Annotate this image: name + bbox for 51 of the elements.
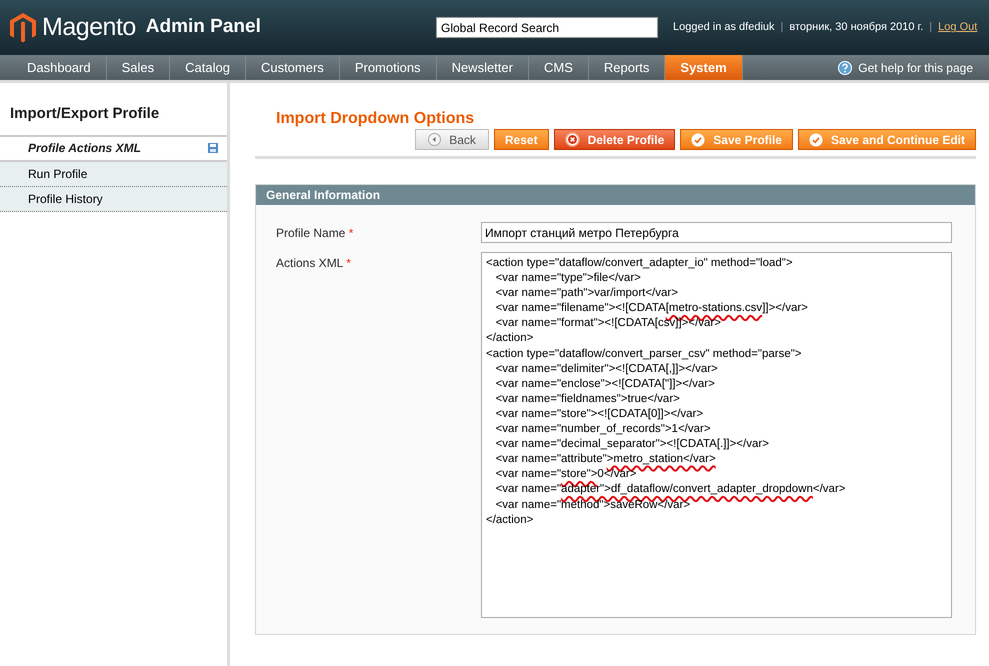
code-line: <var name="method">saveRow</var>	[494, 498, 692, 512]
logout-link[interactable]: Log Out	[938, 19, 978, 36]
page-title: Import Dropdown Options	[275, 109, 476, 129]
nav-tab[interactable]: CMS	[528, 55, 589, 80]
separator: |	[780, 20, 784, 36]
sidebar-item[interactable]: Run Profile	[0, 162, 227, 186]
xml-textarea[interactable]	[481, 252, 952, 618]
cancel-icon	[564, 132, 580, 147]
code-line: <var name="delimiter"><![CDATA[,]]></var>	[494, 362, 719, 377]
section-header: General Information	[256, 185, 975, 205]
code-line: <var name="store"><![CDATA[0]]></var>	[494, 406, 704, 422]
code-line: <var name="enclose"><![CDATA["]]></var>	[494, 376, 716, 392]
nav-tab[interactable]: Customers	[246, 55, 340, 80]
sidebar-item[interactable]: Profile History	[0, 186, 227, 212]
checkmark-icon	[691, 132, 706, 146]
code-line: </action>	[486, 512, 534, 528]
code-line: <var name="fieldnames">true</var>	[494, 392, 681, 407]
code-line: </action>	[486, 331, 534, 346]
field-label: Profile Name *	[276, 225, 354, 242]
code-line: <var name="attribute">metro_station</var>	[494, 452, 717, 468]
code-line: <var name="format"><![CDATA[csv]]></var>	[494, 316, 722, 332]
code-line: <var name="adapter">df_dataflow/convert_adapter_dropdown</var>	[494, 482, 846, 498]
code-line: <action type="dataflow/convert_parser_csv" method="parse">	[486, 346, 803, 362]
code-line: <var name="number_of_records">1</var>	[494, 422, 712, 438]
user-info: Logged in as dfediuk	[673, 20, 775, 36]
back-button[interactable]: Back	[415, 129, 489, 150]
code-line: <var name="type">file</var>	[494, 271, 642, 286]
magento-logo-icon	[10, 12, 36, 42]
sidebar-item[interactable]: Profile Actions XML	[0, 136, 227, 162]
delete-button[interactable]: Delete Profile	[554, 129, 676, 150]
code-line: <var name="path">var/import</var>	[494, 286, 679, 302]
nav-tab[interactable]: System	[665, 55, 743, 80]
logo-subtitle: Admin Panel	[146, 15, 261, 40]
code-line: <var name="store">0</var>	[494, 467, 638, 482]
code-line: <action type="dataflow/convert_adapter_io" method="load">	[486, 256, 794, 271]
code-line: <var name="filename"><![CDATA[metro-stations.csv]]></var>	[494, 301, 809, 316]
nav-tab[interactable]: Catalog	[170, 55, 246, 80]
separator: |	[929, 20, 932, 36]
nav-tab[interactable]: Promotions	[340, 55, 437, 80]
search-field[interactable]: Global Record Search	[436, 17, 658, 38]
nav-tab[interactable]: Newsletter	[436, 55, 529, 80]
field-label: Actions XML *	[276, 255, 352, 272]
date-text: вторник, 30 ноября 2010 г.	[789, 20, 924, 36]
text-field[interactable]: Импорт станций метро Петербурга	[481, 222, 952, 243]
code-line: <var name="decimal_separator"><![CDATA[.]]></var>	[494, 437, 770, 452]
checkmark-icon	[808, 132, 823, 146]
nav-tab[interactable]: Sales	[106, 55, 170, 80]
help-icon	[838, 60, 852, 74]
nav-tab[interactable]: Dashboard	[12, 55, 107, 80]
logo-text: Magento	[42, 12, 136, 43]
help-link[interactable]: Get help for this page	[838, 55, 973, 80]
